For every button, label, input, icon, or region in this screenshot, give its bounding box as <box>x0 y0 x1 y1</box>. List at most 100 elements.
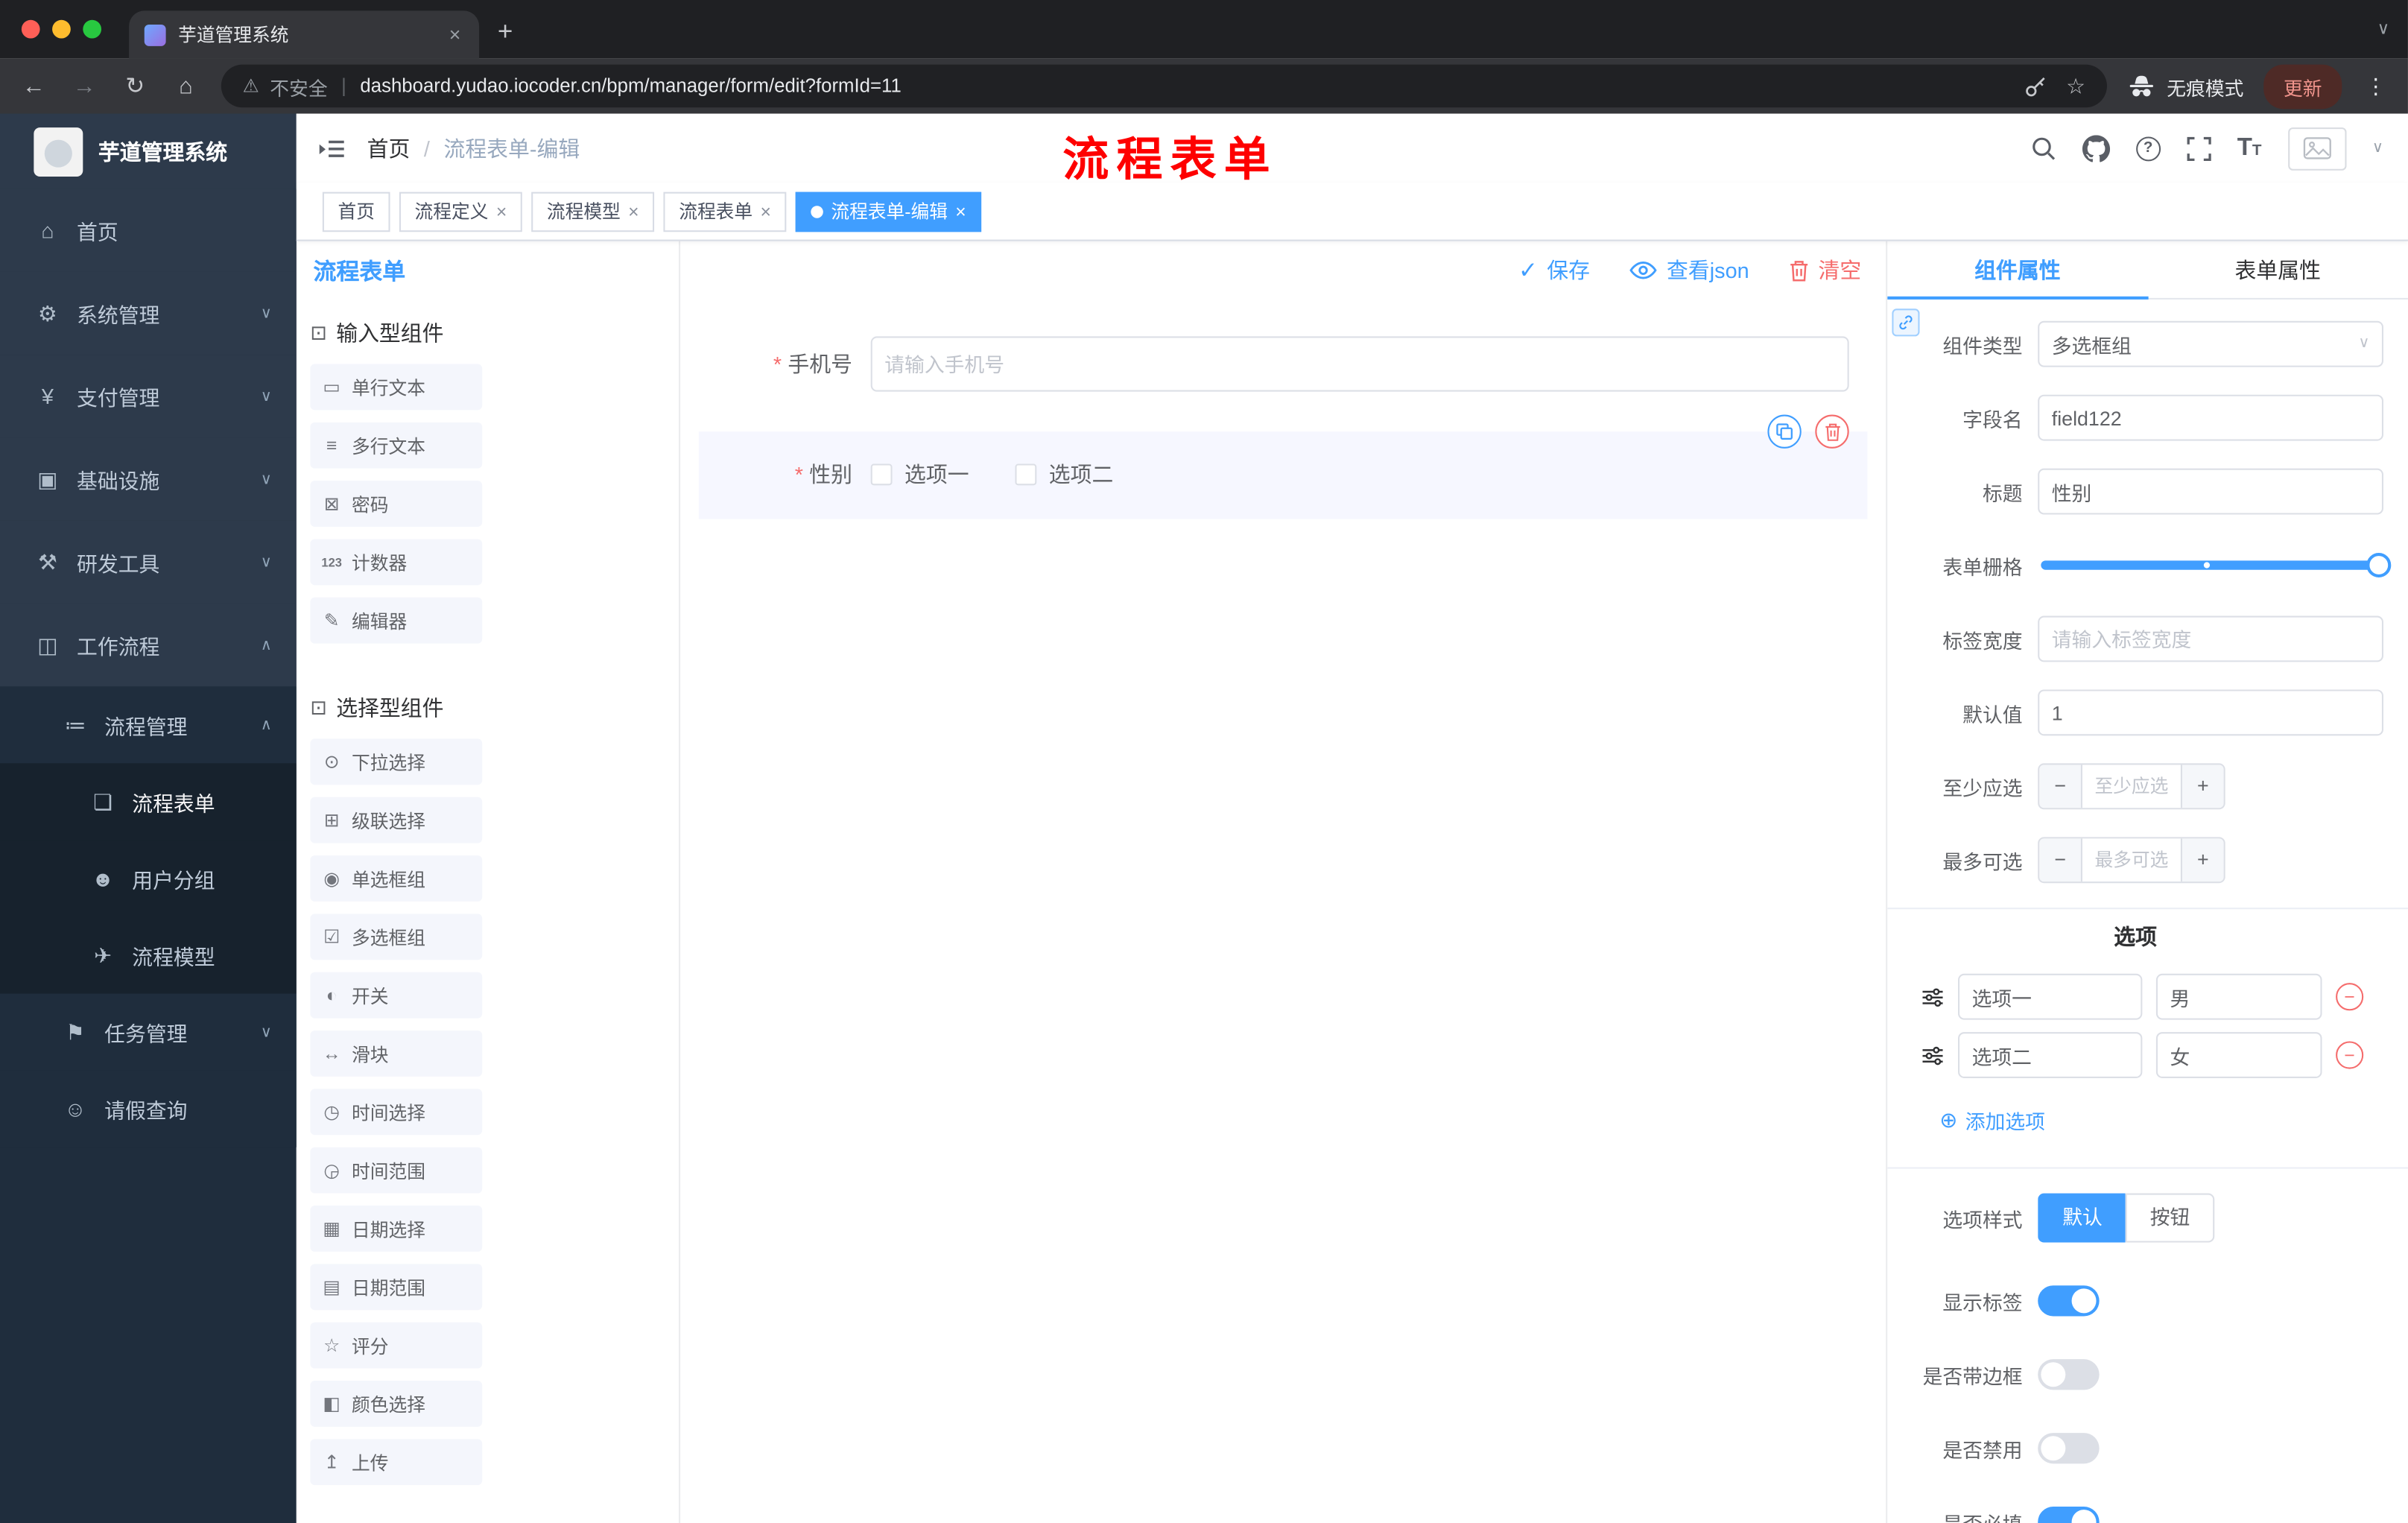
field-name-input[interactable] <box>2038 394 2383 441</box>
add-option-link[interactable]: ⊕ 添加选项 <box>1887 1106 2383 1133</box>
window-minimize-button[interactable] <box>52 19 71 39</box>
form-canvas[interactable]: 手机号 <box>680 300 1886 1523</box>
close-icon[interactable]: × <box>628 200 639 222</box>
home-button[interactable]: ⌂ <box>171 73 201 99</box>
form-field-gender-selected[interactable]: 性别 选项一 选项二 <box>698 414 1868 519</box>
browser-tab[interactable]: 芋道管理系统 × <box>129 10 480 59</box>
min-select-input[interactable] <box>2082 764 2181 808</box>
tag-process-model[interactable]: 流程模型 × <box>531 191 655 232</box>
max-select-input[interactable] <box>2082 838 2181 882</box>
sidebar-fold-button[interactable] <box>318 134 346 162</box>
font-size-button[interactable]: TT <box>2237 134 2262 162</box>
component-type-select[interactable]: ∨ <box>2038 320 2383 367</box>
save-button[interactable]: ✓ 保存 <box>1518 255 1590 285</box>
back-button[interactable]: ← <box>19 73 49 99</box>
tab-search-chevron-icon[interactable]: ∨ <box>2377 19 2390 39</box>
phone-input[interactable] <box>870 336 1849 392</box>
search-button[interactable] <box>2030 135 2056 161</box>
tag-home[interactable]: 首页 <box>322 191 390 232</box>
palette-item-time-picker[interactable]: ◷ 时间选择 <box>310 1089 483 1136</box>
checkbox-option-1[interactable]: 选项一 <box>870 459 969 490</box>
component-type-value[interactable] <box>2038 320 2383 367</box>
option-value-input[interactable] <box>2155 1032 2322 1078</box>
palette-item-select[interactable]: ⊙ 下拉选择 <box>310 738 483 785</box>
clear-button[interactable]: 清空 <box>1789 255 1861 285</box>
palette-item-password[interactable]: ⊠ 密码 <box>310 481 483 527</box>
sidebar-item-devtools[interactable]: ⚒ 研发工具 ∨ <box>0 520 297 604</box>
help-button[interactable]: ? <box>2135 136 2161 161</box>
view-json-button[interactable]: 查看json <box>1629 255 1749 285</box>
browser-menu-button[interactable]: ⋮ <box>2362 73 2389 99</box>
show-label-switch[interactable] <box>2038 1285 2100 1317</box>
style-button-button[interactable]: 按钮 <box>2125 1193 2215 1243</box>
sidebar-item-user-group[interactable]: ☻ 用户分组 <box>0 840 297 917</box>
tab-component-properties[interactable]: 组件属性 <box>1887 241 2148 300</box>
palette-item-cascader[interactable]: ⊞ 级联选择 <box>310 797 483 843</box>
sidebar-item-system[interactable]: ⚙ 系统管理 ∨ <box>0 271 297 355</box>
reload-button[interactable]: ↻ <box>120 72 150 100</box>
disabled-switch[interactable] <box>2038 1433 2100 1464</box>
window-zoom-button[interactable] <box>83 19 102 39</box>
checkbox-option-2[interactable]: 选项二 <box>1015 459 1113 490</box>
palette-item-radio-group[interactable]: ◉ 单选框组 <box>310 855 483 902</box>
tab-close-icon[interactable]: × <box>446 23 464 46</box>
sidebar-item-process-model[interactable]: ✈ 流程模型 <box>0 916 297 994</box>
increase-button[interactable]: + <box>2180 838 2224 882</box>
increase-button[interactable]: + <box>2180 764 2224 808</box>
slider-handle[interactable] <box>2366 553 2392 578</box>
new-tab-button[interactable]: + <box>498 17 513 48</box>
tag-process-form[interactable]: 流程表单 × <box>663 191 787 232</box>
palette-item-single-line-text[interactable]: ▭ 单行文本 <box>310 364 483 411</box>
window-close-button[interactable] <box>21 19 40 39</box>
title-input[interactable] <box>2038 468 2383 515</box>
close-icon[interactable]: × <box>496 200 507 222</box>
browser-update-button[interactable]: 更新 <box>2263 63 2342 109</box>
forward-button[interactable]: → <box>69 73 100 99</box>
github-button[interactable] <box>2082 134 2110 162</box>
palette-item-rate[interactable]: ☆ 评分 <box>310 1322 483 1369</box>
password-key-icon[interactable] <box>2024 75 2047 98</box>
default-value-input[interactable] <box>2038 689 2383 736</box>
breadcrumb-home[interactable]: 首页 <box>367 133 411 163</box>
option-label-input[interactable] <box>1958 1032 2143 1078</box>
fullscreen-button[interactable] <box>2187 136 2211 160</box>
sidebar-item-leave-query[interactable]: ☺ 请假查询 <box>0 1070 297 1147</box>
bookmark-star-icon[interactable]: ☆ <box>2066 73 2085 99</box>
option-value-input[interactable] <box>2155 973 2322 1020</box>
palette-item-multi-line-text[interactable]: ≡ 多行文本 <box>310 422 483 469</box>
drag-handle-icon[interactable] <box>1921 985 1945 1008</box>
palette-item-date-picker[interactable]: ▦ 日期选择 <box>310 1206 483 1252</box>
sidebar-item-process-management[interactable]: ≔ 流程管理 ∧ <box>0 686 297 764</box>
avatar-dropdown-chevron-icon[interactable]: ∨ <box>2372 140 2383 157</box>
sidebar-item-process-form[interactable]: ❏ 流程表单 <box>0 763 297 840</box>
palette-item-time-range[interactable]: ◶ 时间范围 <box>310 1147 483 1194</box>
option-label-input[interactable] <box>1958 973 2143 1020</box>
copy-component-button[interactable] <box>1767 414 1802 449</box>
tag-process-definition[interactable]: 流程定义 × <box>399 191 522 232</box>
sidebar-item-task-management[interactable]: ⚑ 任务管理 ∨ <box>0 993 297 1071</box>
sidebar-item-workflow[interactable]: ◫ 工作流程 ∧ <box>0 604 297 687</box>
address-bar[interactable]: ⚠ 不安全 | dashboard.yudao.iocoder.cn/bpm/m… <box>221 64 2107 108</box>
border-switch[interactable] <box>2038 1359 2100 1390</box>
sidebar-item-infrastructure[interactable]: ▣ 基础设施 ∨ <box>0 437 297 521</box>
required-switch[interactable] <box>2038 1507 2100 1523</box>
delete-component-button[interactable] <box>1815 414 1849 449</box>
palette-item-upload[interactable]: ↥ 上传 <box>310 1439 483 1486</box>
palette-item-date-range[interactable]: ▤ 日期范围 <box>310 1264 483 1311</box>
palette-item-switch[interactable]: ◐ 开关 <box>310 972 483 1019</box>
sidebar-item-payment[interactable]: ¥ 支付管理 ∨ <box>0 355 297 438</box>
close-icon[interactable]: × <box>955 200 966 222</box>
form-grid-slider[interactable] <box>2041 553 2392 578</box>
palette-item-checkbox-group[interactable]: ☑ 多选框组 <box>310 914 483 960</box>
palette-item-editor[interactable]: ✎ 编辑器 <box>310 597 483 644</box>
drag-handle-icon[interactable] <box>1921 1044 1945 1067</box>
decrease-button[interactable]: − <box>2039 838 2082 882</box>
decrease-button[interactable]: − <box>2039 764 2082 808</box>
palette-item-slider[interactable]: ↔ 滑块 <box>310 1030 483 1077</box>
remove-option-button[interactable]: − <box>2336 1041 2364 1069</box>
palette-item-counter[interactable]: 123 计数器 <box>310 539 483 586</box>
user-avatar[interactable] <box>2287 127 2346 170</box>
remove-option-button[interactable]: − <box>2336 983 2364 1011</box>
label-width-input[interactable] <box>2038 615 2383 662</box>
close-icon[interactable]: × <box>760 200 770 222</box>
